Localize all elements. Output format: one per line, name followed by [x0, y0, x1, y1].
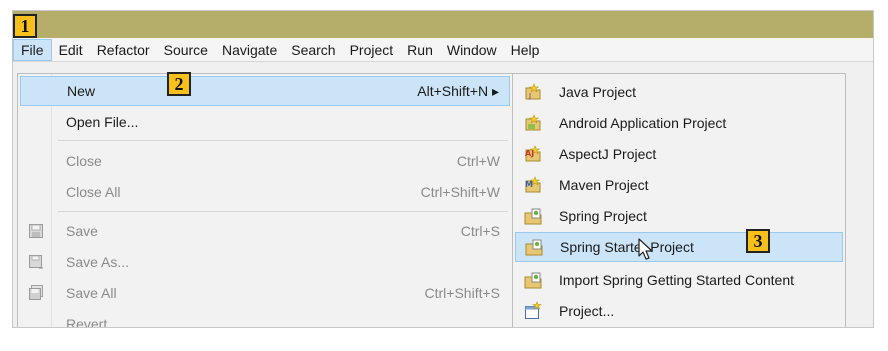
- submenu-item-aspectj-project[interactable]: AJ AspectJ Project: [515, 139, 843, 169]
- submenu-item-maven-project-label: Maven Project: [559, 177, 649, 193]
- menu-refactor[interactable]: Refactor: [90, 39, 157, 61]
- menu-item-new-label: New: [67, 83, 96, 99]
- menu-item-close-accel: Ctrl+W: [456, 153, 500, 169]
- menu-item-save-all[interactable]: Save All Ctrl+Shift+S: [20, 278, 510, 308]
- submenu-item-project-label: Project...: [559, 303, 615, 319]
- submenu-item-spring-starter-project-label: Spring Starter Project: [560, 239, 694, 255]
- file-menu: New Alt+Shift+N ▸ Open File... Close Ctr…: [17, 73, 513, 328]
- menu-run[interactable]: Run: [400, 39, 440, 61]
- menu-source[interactable]: Source: [157, 39, 215, 61]
- submenu-item-java-project-label: Java Project: [559, 84, 637, 100]
- aspectj-project-icon: AJ: [525, 145, 541, 162]
- menu-item-new-accel: Alt+Shift+N ▸: [417, 82, 499, 99]
- save-all-icon: [29, 285, 43, 300]
- eclipse-window: File Edit Refactor Source Navigate Searc…: [12, 10, 874, 328]
- menu-help[interactable]: Help: [504, 39, 547, 61]
- submenu-item-android-project-label: Android Application Project: [559, 115, 727, 131]
- submenu-item-spring-starter-project[interactable]: Spring Starter Project: [515, 232, 843, 262]
- svg-text:M: M: [525, 180, 533, 189]
- menu-item-save-as-label: Save As...: [66, 254, 130, 270]
- menu-item-close[interactable]: Close Ctrl+W: [20, 146, 510, 176]
- android-project-icon: [525, 114, 541, 131]
- submenu-item-aspectj-project-label: AspectJ Project: [559, 146, 657, 162]
- spring-starter-icon: [525, 239, 543, 256]
- generic-project-icon: [525, 301, 542, 319]
- menu-item-open-file[interactable]: Open File...: [20, 107, 510, 137]
- mouse-cursor-icon: [638, 238, 653, 260]
- save-icon: [29, 224, 43, 238]
- menu-separator: [58, 211, 508, 212]
- java-project-icon: J: [525, 83, 541, 100]
- save-as-icon: [29, 255, 43, 269]
- menu-item-revert-label: Revert: [66, 316, 108, 328]
- menu-item-close-all[interactable]: Close All Ctrl+Shift+W: [20, 177, 510, 207]
- menu-item-revert[interactable]: Revert: [20, 309, 510, 328]
- menu-navigate[interactable]: Navigate: [215, 39, 284, 61]
- submenu-item-java-project[interactable]: J Java Project: [515, 77, 843, 107]
- new-submenu: J Java Project Android Application Proje…: [512, 73, 846, 327]
- submenu-item-maven-project[interactable]: M Maven Project: [515, 170, 843, 200]
- menu-item-save-as[interactable]: Save As...: [20, 247, 510, 277]
- menu-item-save-label: Save: [66, 223, 98, 239]
- menu-project[interactable]: Project: [343, 39, 401, 61]
- maven-project-icon: M: [525, 176, 541, 193]
- menu-window[interactable]: Window: [440, 39, 504, 61]
- submenu-item-spring-project-label: Spring Project: [559, 208, 647, 224]
- menu-item-save[interactable]: Save Ctrl+S: [20, 216, 510, 246]
- menu-search[interactable]: Search: [284, 39, 342, 61]
- menu-item-save-accel: Ctrl+S: [460, 223, 500, 239]
- menu-separator: [58, 140, 508, 141]
- menu-item-save-all-accel: Ctrl+Shift+S: [424, 285, 500, 301]
- title-bar: [13, 11, 873, 38]
- svg-text:AJ: AJ: [525, 149, 534, 158]
- step-badge-1: 1: [13, 14, 37, 38]
- menu-item-new[interactable]: New Alt+Shift+N ▸: [20, 76, 510, 106]
- submenu-item-spring-project[interactable]: Spring Project: [515, 201, 843, 231]
- menu-edit[interactable]: Edit: [52, 39, 90, 61]
- menu-item-close-all-accel: Ctrl+Shift+W: [420, 184, 500, 200]
- spring-project-icon: [524, 208, 542, 225]
- menu-item-close-label: Close: [66, 153, 102, 169]
- submenu-item-android-project[interactable]: Android Application Project: [515, 108, 843, 138]
- submenu-item-import-spring-content[interactable]: Import Spring Getting Started Content: [515, 265, 843, 295]
- svg-text:J: J: [528, 92, 531, 100]
- menu-item-close-all-label: Close All: [66, 184, 121, 200]
- menu-bar: File Edit Refactor Source Navigate Searc…: [13, 38, 873, 62]
- menu-item-open-file-label: Open File...: [66, 114, 139, 130]
- menu-file[interactable]: File: [13, 38, 52, 61]
- menu-item-save-all-label: Save All: [66, 285, 117, 301]
- spring-import-icon: [524, 272, 542, 289]
- submenu-item-import-spring-content-label: Import Spring Getting Started Content: [559, 272, 795, 288]
- step-badge-2: 2: [167, 72, 191, 96]
- submenu-item-project[interactable]: Project...: [515, 296, 843, 326]
- step-badge-3: 3: [746, 229, 770, 253]
